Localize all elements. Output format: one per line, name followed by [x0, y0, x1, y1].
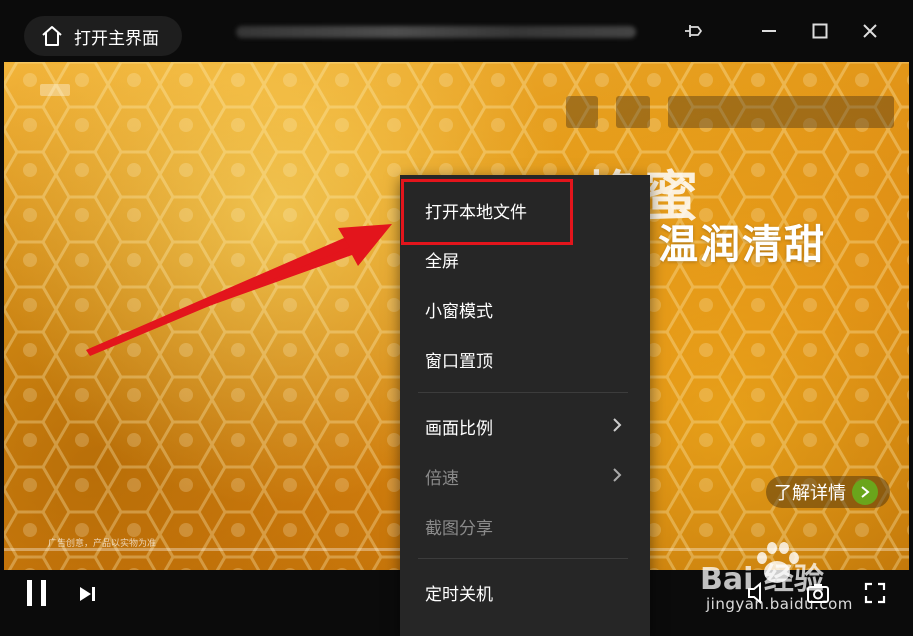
- maximize-icon: [812, 23, 828, 39]
- watermark-url: jingyan.baidu.com: [706, 595, 853, 613]
- chevron-right-icon: [852, 479, 878, 505]
- fullscreen-icon: [864, 582, 886, 604]
- fullscreen-button[interactable]: [860, 578, 890, 608]
- menu-item-label: 小窗模式: [425, 301, 493, 322]
- pause-button[interactable]: [20, 576, 54, 610]
- promo-subtitle: 温润清甜: [658, 222, 826, 268]
- channel-logo: [40, 84, 70, 96]
- open-main-window-label: 打开主界面: [74, 28, 159, 49]
- video-chip: [668, 96, 894, 128]
- pause-icon: [27, 580, 46, 606]
- menu-item-label: 窗口置顶: [425, 351, 493, 372]
- menu-item-screenshot-share: 截图分享: [400, 504, 650, 548]
- menu-item-label: 画面比例: [425, 418, 493, 439]
- maximize-button[interactable]: [805, 16, 835, 46]
- menu-item-label: 定时关机: [425, 584, 493, 605]
- video-title-blurred: [236, 26, 636, 38]
- pin-icon: [685, 25, 702, 37]
- menu-separator: [418, 392, 628, 393]
- minimize-button[interactable]: [754, 16, 784, 46]
- video-player-window: 打开主界面 温润清甜 了解详情 广告创意，产品以实物为准 打开本地文件 全屏 小…: [0, 0, 913, 636]
- learn-more-label: 了解详情: [774, 483, 846, 504]
- menu-item-label: 倍速: [425, 468, 459, 489]
- title-bar: 打开主界面: [0, 0, 913, 62]
- open-main-window-button[interactable]: 打开主界面: [24, 16, 182, 56]
- pin-button[interactable]: [678, 16, 708, 46]
- chevron-right-icon: [613, 418, 622, 432]
- menu-item-always-on-top[interactable]: 窗口置顶: [400, 337, 650, 381]
- watermark-logo: Bai 经验: [700, 562, 824, 597]
- menu-item-label: 全屏: [425, 251, 459, 272]
- menu-item-label: 截图分享: [425, 518, 493, 539]
- next-icon: [80, 587, 95, 601]
- annotation-highlight-box: [401, 179, 573, 245]
- menu-item-aspect-ratio[interactable]: 画面比例: [400, 404, 650, 448]
- menu-separator: [418, 558, 628, 559]
- learn-more-button[interactable]: 了解详情: [766, 476, 890, 508]
- menu-item-mini-window[interactable]: 小窗模式: [400, 287, 650, 331]
- close-icon: [863, 24, 877, 38]
- menu-item-playback-speed: 倍速: [400, 454, 650, 498]
- video-chip: [566, 96, 598, 128]
- video-chip: [616, 96, 650, 128]
- next-button[interactable]: [74, 580, 102, 608]
- home-icon: [42, 26, 62, 46]
- minimize-icon: [762, 30, 776, 32]
- menu-item-scheduled-shutdown[interactable]: 定时关机: [400, 570, 650, 614]
- chevron-right-icon: [613, 468, 622, 482]
- close-button[interactable]: [855, 16, 885, 46]
